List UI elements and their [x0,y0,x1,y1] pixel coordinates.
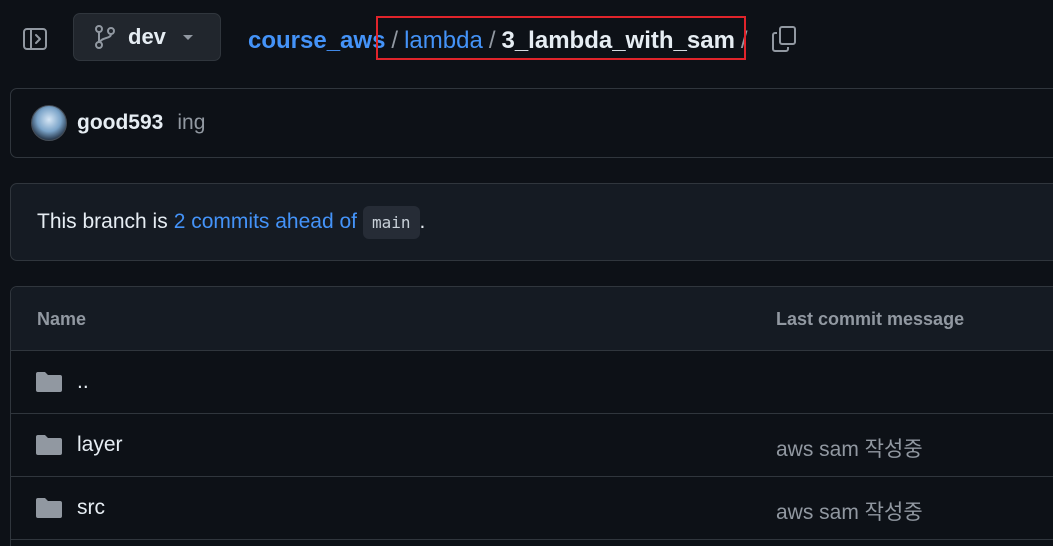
copy-icon [772,26,796,52]
chevron-down-icon [183,35,193,40]
folder-icon [36,435,62,455]
file-name-link[interactable]: .. [77,370,89,394]
latest-commit-box: good593 ing [10,88,1053,158]
branch-name: dev [128,24,166,49]
table-header: Name Last commit message [11,287,1053,351]
last-commit-message-link[interactable]: aws sam 작성중 [776,496,923,526]
commit-author-link[interactable]: good593 [77,111,163,135]
file-name-link[interactable]: src [77,496,105,520]
branch-selector-button[interactable]: dev [73,13,221,61]
file-name-link[interactable]: layer [77,433,123,457]
table-row[interactable]: src aws sam 작성중 [11,477,1053,540]
column-header-message: Last commit message [776,309,965,329]
column-header-name: Name [37,309,87,329]
repo-file-browser: dev course_aws / lambda / 3_lambda_with_… [0,0,1053,546]
commit-message[interactable]: ing [177,111,205,135]
sidebar-expand-icon [23,28,47,50]
copy-path-button[interactable] [770,24,798,54]
file-table: Name Last commit message .. layer aws sa… [10,286,1053,546]
sidebar-toggle-button[interactable] [22,26,48,52]
breadcrumb-repo-link[interactable]: course_aws [248,27,385,55]
commits-ahead-link[interactable]: 2 commits ahead of [174,210,357,234]
branch-comparison-banner: This branch is 2 commits ahead of main . [10,183,1053,261]
folder-icon [36,498,62,518]
folder-icon [36,372,62,392]
branch-info-suffix: . [419,210,426,233]
avatar[interactable] [31,105,67,141]
table-row[interactable]: layer aws sam 작성중 [11,414,1053,477]
last-commit-message-link[interactable]: aws sam 작성중 [776,433,923,463]
branch-info-text: This branch is [37,210,168,233]
table-row-parent-dir[interactable]: .. [11,351,1053,414]
git-branch-icon [95,25,115,49]
highlight-annotation-box [376,16,746,60]
base-branch-label: main [362,205,420,239]
